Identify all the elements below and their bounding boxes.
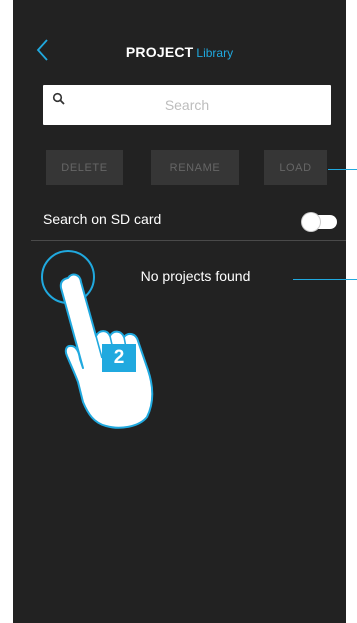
callout-line-actions (328, 169, 357, 170)
rename-button[interactable]: RENAME (151, 150, 239, 185)
sd-card-search-label: Search on SD card (43, 211, 162, 227)
toggle-knob (302, 213, 320, 231)
search-box[interactable] (43, 85, 331, 125)
divider (31, 240, 346, 241)
sd-card-search-toggle[interactable] (302, 213, 337, 231)
search-input[interactable] (43, 85, 331, 125)
sd-card-search-row: Search on SD card (43, 202, 339, 238)
load-button[interactable]: LOAD (264, 150, 327, 185)
delete-button[interactable]: DELETE (46, 150, 123, 185)
callout-line-list (293, 279, 357, 280)
step-number-badge: 2 (102, 344, 136, 372)
title-accent: Library (196, 46, 234, 60)
title-main: PROJECT (125, 44, 194, 60)
page-title: PROJECT Library (13, 44, 346, 60)
